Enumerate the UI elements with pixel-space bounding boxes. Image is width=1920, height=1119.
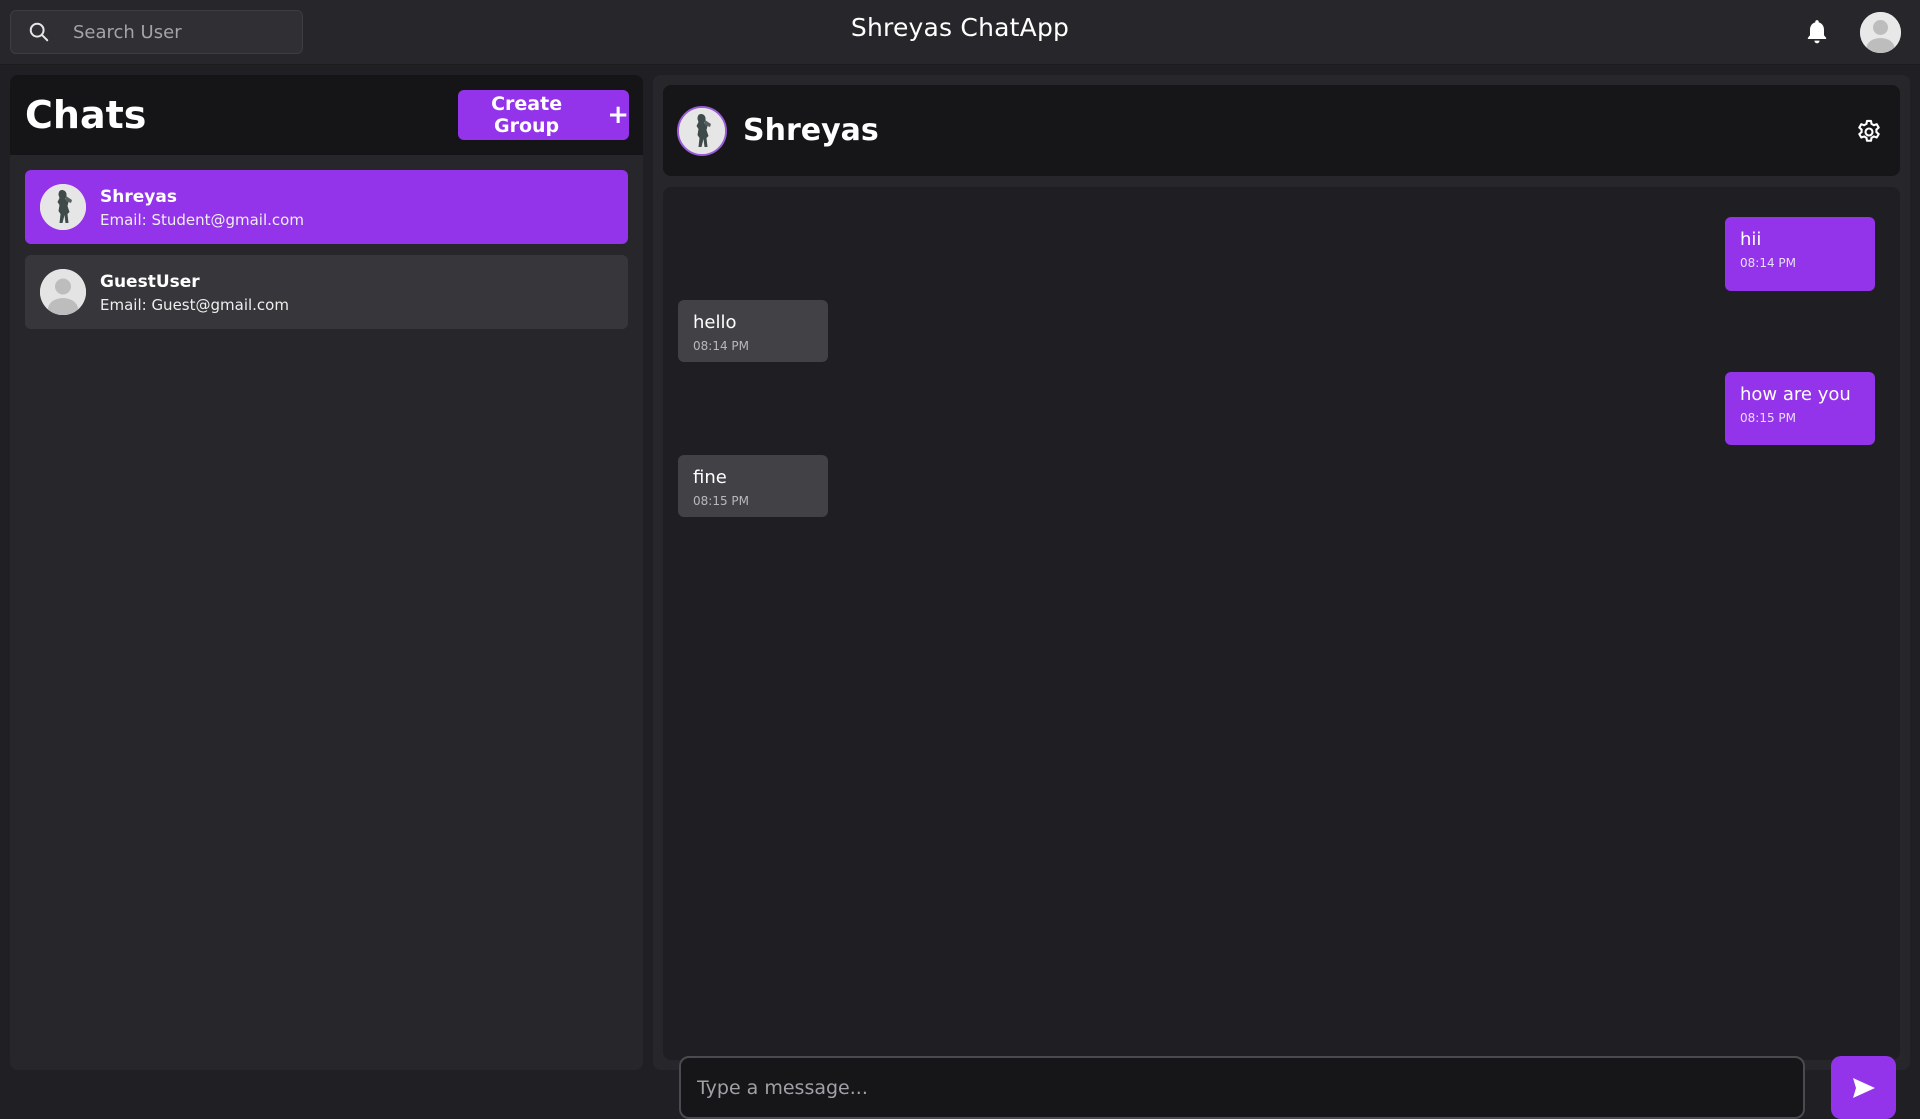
message-time: 08:15 PM <box>693 494 749 508</box>
character-figure-avatar-icon <box>40 184 86 230</box>
chat-item-name: GuestUser <box>100 272 200 292</box>
chat-item-guestuser[interactable]: GuestUser Email: Guest@gmail.com <box>25 255 628 329</box>
message-bubble-sent: how are you 08:15 PM <box>1725 372 1875 445</box>
send-button[interactable] <box>1831 1056 1896 1119</box>
bell-icon[interactable] <box>1804 18 1830 46</box>
gear-icon[interactable] <box>1855 118 1883 146</box>
conversation-avatar[interactable] <box>677 106 727 156</box>
chats-title: Chats <box>25 93 147 137</box>
create-group-button[interactable]: Create Group + <box>458 90 629 140</box>
chat-item-email: Email: Guest@gmail.com <box>100 296 289 314</box>
character-figure-avatar-icon <box>679 108 725 154</box>
message-text: fine <box>693 467 727 488</box>
user-avatar-icon <box>1860 12 1901 53</box>
message-time: 08:14 PM <box>693 339 749 353</box>
conversation-name: Shreyas <box>743 113 879 148</box>
message-time: 08:14 PM <box>1740 256 1796 270</box>
chat-list: Shreyas Email: Student@gmail.com GuestUs… <box>25 170 628 340</box>
top-bar: Shreyas ChatApp <box>0 0 1920 65</box>
avatar <box>40 184 86 230</box>
avatar <box>40 269 86 315</box>
send-icon <box>1852 1077 1875 1098</box>
chat-item-name: Shreyas <box>100 187 177 207</box>
messages-area[interactable]: hii 08:14 PM hello 08:14 PM how are you … <box>663 187 1900 1119</box>
message-bubble-sent: hii 08:14 PM <box>1725 217 1875 291</box>
message-time: 08:15 PM <box>1740 411 1796 425</box>
message-bubble-received: hello 08:14 PM <box>678 300 828 362</box>
chats-header: Chats Create Group + <box>10 75 643 155</box>
profile-avatar[interactable] <box>1860 12 1901 53</box>
chat-item-email: Email: Student@gmail.com <box>100 211 304 229</box>
conversation-header: Shreyas <box>663 85 1900 176</box>
default-user-avatar-icon <box>40 269 86 315</box>
message-composer[interactable] <box>679 1056 1805 1119</box>
message-bubble-received: fine 08:15 PM <box>678 455 828 517</box>
app-title: Shreyas ChatApp <box>850 13 1070 42</box>
chats-panel: Chats Create Group + Shreyas Email: Stud… <box>10 75 643 1070</box>
conversation-panel: Shreyas hii 08:14 PM hello 08:14 PM how … <box>653 75 1910 1119</box>
create-group-label: Create Group <box>491 93 563 137</box>
chat-item-shreyas[interactable]: Shreyas Email: Student@gmail.com <box>25 170 628 244</box>
plus-icon: + <box>607 100 629 130</box>
message-text: hello <box>693 312 737 333</box>
message-text: how are you <box>1740 384 1851 405</box>
message-text: hii <box>1740 229 1762 250</box>
